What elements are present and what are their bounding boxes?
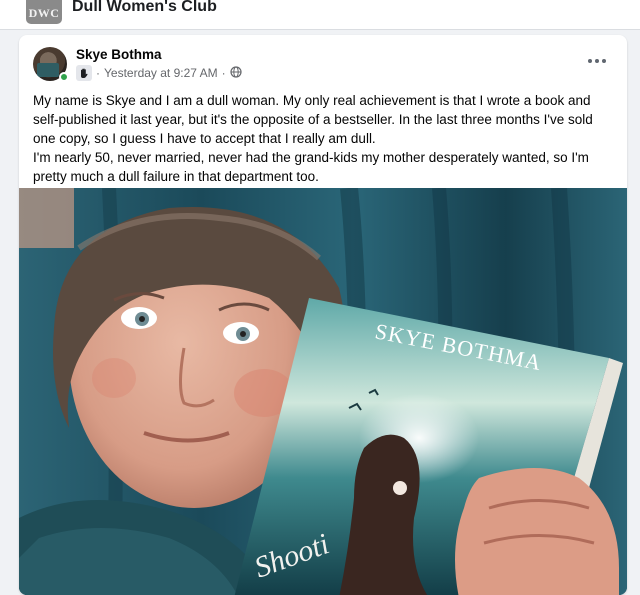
group-header: DWC Dull Women's Club [0, 0, 640, 30]
hand-wave-icon[interactable] [76, 65, 92, 81]
meta-separator: · [221, 66, 226, 80]
more-options-icon[interactable] [585, 53, 609, 69]
post-header: Skye Bothma · Yesterday at 9:27 AM · [19, 35, 627, 87]
post-body: My name is Skye and I am a dull woman. M… [33, 91, 613, 186]
post-paragraph: My name is Skye and I am a dull woman. M… [33, 93, 593, 146]
post-meta: · Yesterday at 9:27 AM · [76, 65, 242, 81]
group-logo-text: DWC [28, 5, 60, 20]
group-logo[interactable]: DWC [26, 0, 62, 24]
selfie-with-book-image: SKYE BOTHMA Shooti [19, 188, 627, 595]
post-photo[interactable]: SKYE BOTHMA Shooti [19, 188, 627, 595]
meta-separator: · [96, 66, 100, 80]
post-card: Skye Bothma · Yesterday at 9:27 AM · My … [19, 35, 627, 595]
online-status-dot [59, 72, 69, 82]
group-name-link[interactable]: Dull Women's Club [72, 0, 217, 16]
author-name[interactable]: Skye Bothma [76, 47, 162, 62]
globe-icon[interactable] [230, 65, 242, 81]
post-paragraph: I'm nearly 50, never married, never had … [33, 150, 589, 184]
post-timestamp[interactable]: Yesterday at 9:27 AM [104, 66, 218, 80]
